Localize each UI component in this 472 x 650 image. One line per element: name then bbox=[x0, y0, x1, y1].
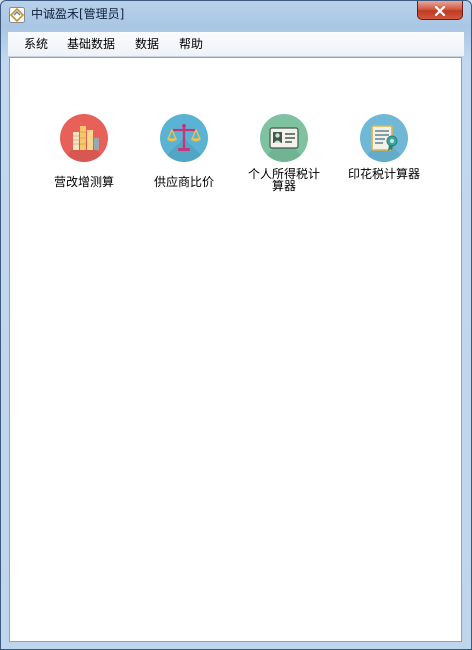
tile-label: 供应商比价 bbox=[153, 175, 214, 189]
tile-supplier-price-compare[interactable]: 供应商比价 bbox=[144, 114, 224, 188]
app-logo-icon bbox=[9, 7, 25, 23]
main-content-area: 营改增测算 供应商比价 个人所得税计算器 印花税计算器 bbox=[9, 57, 462, 642]
tile-label: 个人所得税计算器 bbox=[247, 167, 320, 193]
menu-item-help[interactable]: 帮助 bbox=[179, 36, 203, 52]
certificate-icon bbox=[360, 114, 408, 162]
title-bar[interactable]: 中诚盈禾[管理员] bbox=[1, 1, 471, 27]
bar-chart-icon bbox=[60, 114, 108, 162]
tile-label: 营改增测算 bbox=[53, 175, 114, 189]
tile-label: 印花税计算器 bbox=[347, 167, 420, 181]
menu-item-basic-data[interactable]: 基础数据 bbox=[67, 36, 115, 52]
balance-scale-icon bbox=[160, 114, 208, 162]
tile-stamp-tax-calc[interactable]: 印花税计算器 bbox=[344, 114, 424, 180]
tile-personal-income-tax-calc[interactable]: 个人所得税计算器 bbox=[244, 114, 324, 192]
window-title: 中诚盈禾[管理员] bbox=[31, 7, 125, 21]
close-icon bbox=[434, 1, 446, 20]
menu-bar: 系统 基础数据 数据 帮助 bbox=[8, 32, 464, 57]
tile-vat-reform-calc[interactable]: 营改增测算 bbox=[44, 114, 124, 188]
menu-item-system[interactable]: 系统 bbox=[24, 36, 48, 52]
id-card-icon bbox=[260, 114, 308, 162]
close-button[interactable] bbox=[417, 1, 463, 20]
app-window: 中诚盈禾[管理员] 系统 基础数据 数据 帮助 营改增测算 供应商比价 个人所得… bbox=[0, 0, 472, 650]
menu-item-data[interactable]: 数据 bbox=[135, 36, 159, 52]
